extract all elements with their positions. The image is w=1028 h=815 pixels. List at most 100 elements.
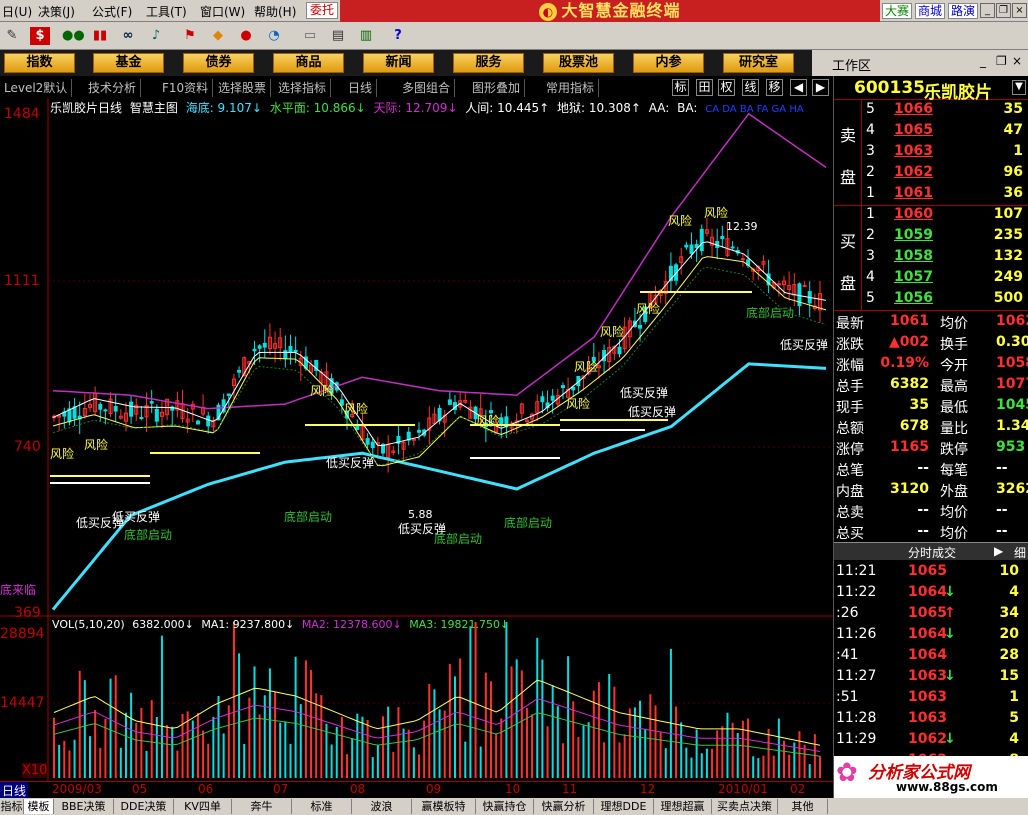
candlesticks — [52, 217, 822, 473]
window-icon[interactable]: ▤ — [328, 27, 348, 45]
right-arrow-icon[interactable]: ▶ — [812, 79, 829, 96]
tab-icon-line[interactable]: 线 — [742, 79, 759, 96]
sell-row[interactable]: 5 1066 35 — [862, 100, 1028, 121]
nav-bond[interactable]: 债券 — [183, 53, 254, 73]
tab-icon-rights[interactable]: 权 — [718, 79, 735, 96]
bell-icon[interactable]: ♪ — [146, 27, 166, 45]
buy-row[interactable]: 3 1058 132 — [862, 247, 1028, 268]
low-buy-annotation: 低买反弹 — [112, 510, 161, 524]
bottom-tab-bull[interactable]: 奔牛 — [232, 799, 292, 814]
bottom-tab-analysis[interactable]: 快赢分析 — [534, 799, 594, 814]
kline-chart-area[interactable]: 乐凯胶片日线 智慧主图 海底: 9.107↓ 水平面: 10.866↓ 天际: … — [0, 98, 833, 799]
restore-icon[interactable]: ❐ — [996, 3, 1011, 18]
tab-tech[interactable]: 技术分析 — [84, 79, 142, 97]
print-icon[interactable]: ▭ — [300, 27, 320, 45]
bottom-tab-holdings[interactable]: 快赢持仓 — [476, 799, 534, 814]
nav-news[interactable]: 新闻 — [363, 53, 434, 73]
bottom-tab-kv[interactable]: KV四单 — [174, 799, 232, 814]
quote-value: 1165 — [890, 439, 929, 455]
binocular-icon[interactable]: ∞ — [118, 27, 138, 45]
bars-icon[interactable]: ▮▮ — [90, 27, 110, 45]
menu-window[interactable]: 窗口(W) — [200, 3, 245, 20]
bottom-tab-ideal-dde[interactable]: 理想DDE — [594, 799, 654, 814]
nav-fund[interactable]: 基金 — [93, 53, 164, 73]
tab-level2[interactable]: Level2默认 — [0, 79, 73, 97]
bottom-tab-ideal-win[interactable]: 理想超赢 — [654, 799, 712, 814]
dropdown-icon[interactable]: ▼ — [1012, 80, 1026, 95]
ws-min-icon[interactable]: _ — [980, 54, 986, 68]
vol-legend-ma1: MA1: 9237.800↓ — [201, 618, 295, 631]
bottom-tab-indicator[interactable]: 指标 — [0, 799, 24, 814]
contest-button[interactable]: 大赛 — [882, 3, 913, 19]
buy-row[interactable]: 4 1057 249 — [862, 268, 1028, 289]
flag-icon[interactable]: ⚑ — [180, 27, 200, 45]
ws-close-icon[interactable]: × — [1012, 54, 1022, 68]
tick-volume: 20 — [999, 626, 1019, 642]
traffic-icon[interactable]: ●● — [62, 27, 85, 45]
nav-stockpool[interactable]: 股票池 — [543, 53, 614, 73]
bottom-tab-win-template[interactable]: 赢模板特 — [412, 799, 476, 814]
nav-commodity[interactable]: 商品 — [273, 53, 344, 73]
tab-f10[interactable]: F10资料 — [158, 79, 214, 97]
entrust-button[interactable]: 委托 — [306, 2, 338, 19]
tab-multi[interactable]: 多图组合 — [398, 79, 456, 97]
menu-formula[interactable]: 公式(F) — [92, 3, 132, 20]
risk-annotation: 风险 — [476, 414, 501, 428]
tab-select-stock[interactable]: 选择股票 — [214, 79, 272, 97]
minimize-icon[interactable]: _ — [980, 3, 995, 18]
ws-restore-icon[interactable]: ❐ — [996, 54, 1007, 68]
quote-value: 953 — [996, 439, 1026, 455]
menu-decision[interactable]: 决策(J) — [38, 3, 75, 20]
books-icon[interactable]: ▥ — [356, 27, 376, 45]
tab-overlay[interactable]: 图形叠加 — [468, 79, 526, 97]
detail-tab[interactable]: 细 — [1014, 544, 1026, 561]
pen-icon[interactable]: ✎ — [2, 27, 22, 45]
cloud-icon[interactable]: ◔ — [264, 27, 284, 45]
sell-row[interactable]: 1 1061 36 — [862, 184, 1028, 205]
bottom-tab-standard[interactable]: 标准 — [292, 799, 352, 814]
bottom-tab-wave[interactable]: 波浪 — [352, 799, 412, 814]
buy-row[interactable]: 5 1056 500 — [862, 289, 1028, 310]
tab-icon-label[interactable]: 标 — [672, 79, 689, 96]
buy-row[interactable]: 2 1059 235 — [862, 226, 1028, 247]
nav-index[interactable]: 指数 — [4, 53, 75, 73]
sell-row[interactable]: 3 1063 1 — [862, 142, 1028, 163]
ticks-header-label[interactable]: 分时成交 — [908, 544, 956, 561]
menu-help[interactable]: 帮助(H) — [254, 3, 296, 20]
diamond-icon[interactable]: ◆ — [208, 27, 228, 45]
bottom-tab-template[interactable]: 模板 — [24, 799, 54, 814]
left-arrow-icon[interactable]: ◀ — [790, 79, 807, 96]
tab-icon-grid[interactable]: 田 — [696, 79, 713, 96]
quote-label: 今开 — [940, 358, 968, 374]
ticks-list: 11:21 1065 10 11:22 1064 ↓ 4:26 1065 ↑ 34 11:26 106… — [834, 562, 1028, 778]
tab-common-indicators[interactable]: 常用指标 — [542, 79, 600, 97]
price: 1058 — [894, 248, 933, 264]
help-cursor-icon[interactable]: ? — [388, 27, 408, 45]
period-label[interactable]: 日线 — [0, 782, 29, 799]
close-icon[interactable]: × — [1012, 3, 1027, 18]
quote-label: 总额 — [836, 421, 864, 437]
tab-icon-move[interactable]: 移 — [766, 79, 783, 96]
sell-row[interactable]: 2 1062 96 — [862, 163, 1028, 184]
nav-insider[interactable]: 内参 — [633, 53, 704, 73]
dollar-icon[interactable]: $ — [30, 27, 50, 45]
nav-research[interactable]: 研究室 — [723, 53, 794, 73]
roadshow-button[interactable]: 路演 — [948, 3, 979, 19]
quantity: 36 — [1003, 185, 1023, 201]
bottom-tab-buysell[interactable]: 买卖点决策 — [712, 799, 778, 814]
candle-body — [149, 401, 154, 404]
sell-row[interactable]: 4 1065 47 — [862, 121, 1028, 142]
menu-day[interactable]: 日(U) — [2, 3, 32, 20]
apple-icon[interactable]: ● — [236, 27, 256, 45]
candle-body — [226, 393, 231, 396]
bottom-tab-bbe[interactable]: BBE决策 — [54, 799, 114, 814]
mall-button[interactable]: 商城 — [915, 3, 946, 19]
bottom-tab-other[interactable]: 其他 — [778, 799, 828, 814]
tab-daily[interactable]: 日线 — [344, 79, 378, 97]
buy-row[interactable]: 1 1060 107 — [862, 205, 1028, 226]
nav-service[interactable]: 服务 — [453, 53, 524, 73]
tab-select-indicator[interactable]: 选择指标 — [274, 79, 332, 97]
bottom-tab-dde[interactable]: DDE决策 — [114, 799, 174, 814]
play-icon[interactable]: ▶ — [994, 544, 1003, 558]
menu-tools[interactable]: 工具(T) — [146, 3, 187, 20]
